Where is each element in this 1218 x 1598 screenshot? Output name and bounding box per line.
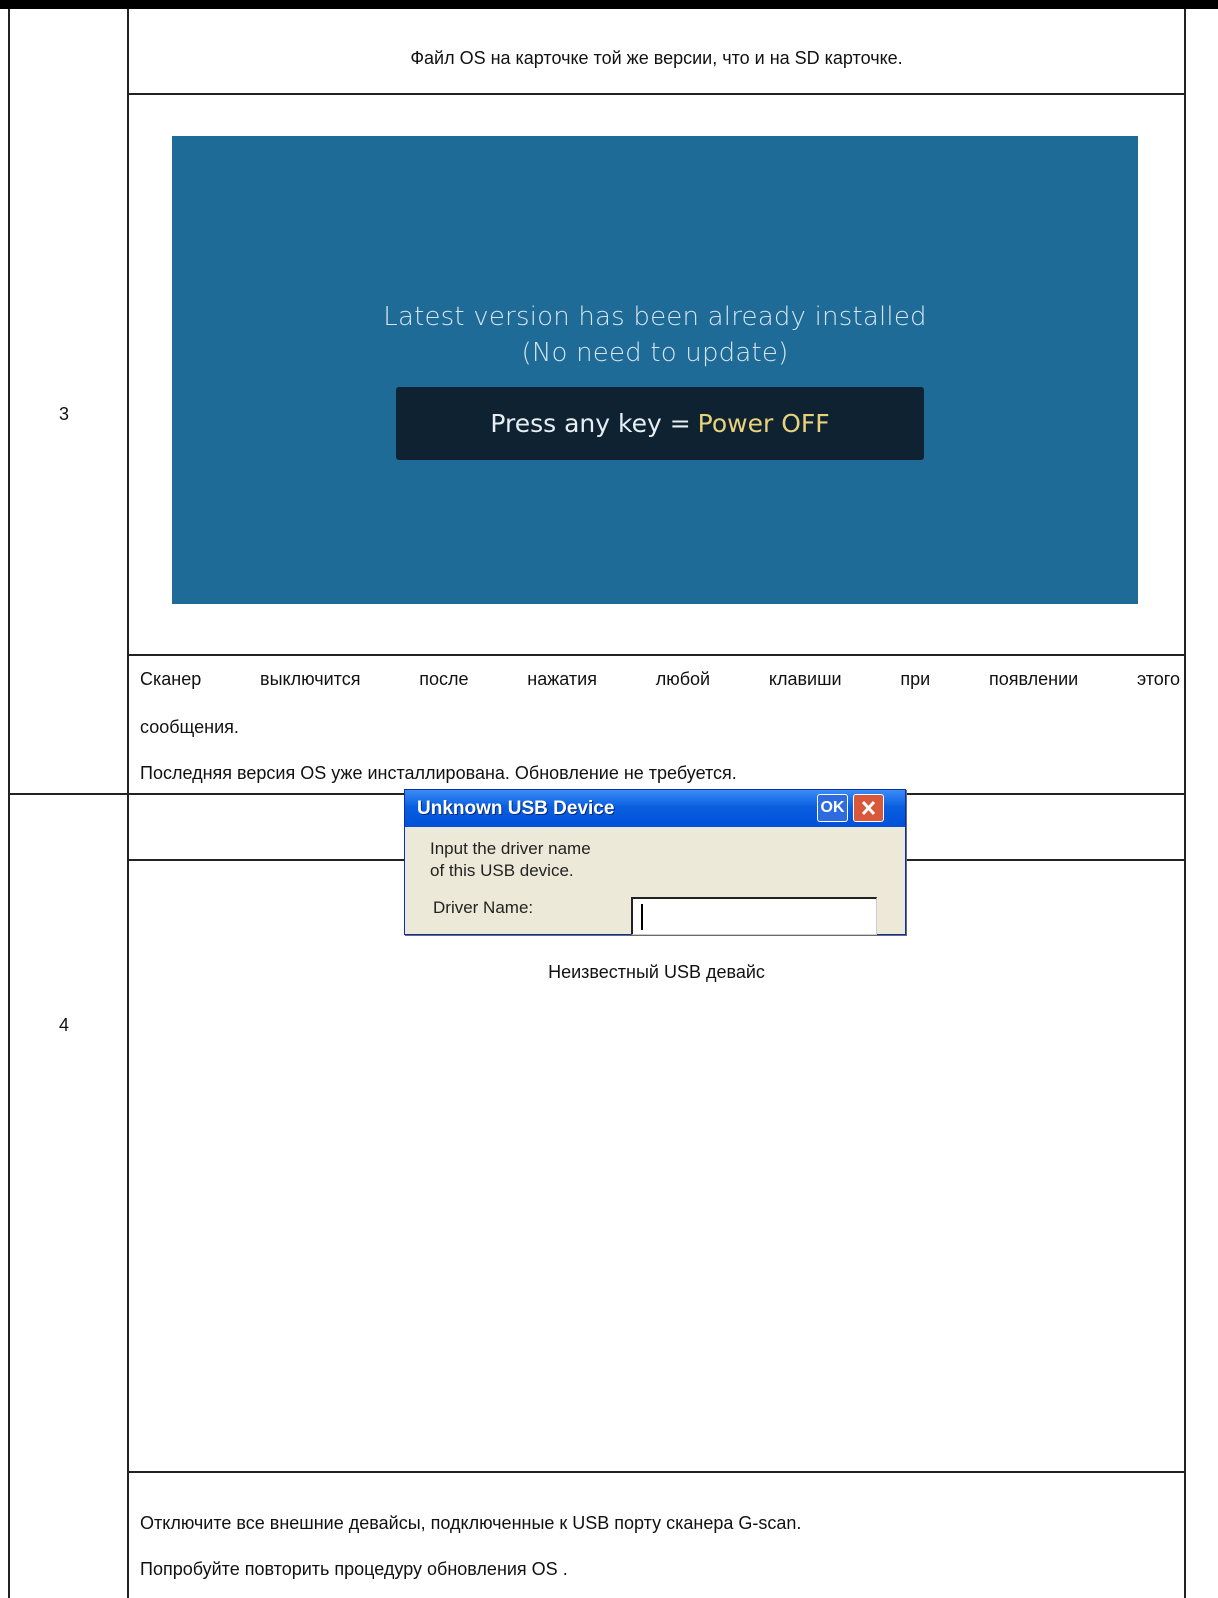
prompt-action: Power OFF — [697, 409, 830, 438]
word: после — [419, 669, 469, 689]
dialog-title: Unknown USB Device — [417, 798, 615, 819]
word: любой — [655, 669, 711, 689]
dialog-message-line2: of this USB device. — [430, 861, 574, 880]
driver-name-input[interactable] — [631, 897, 877, 935]
word: при — [900, 669, 931, 689]
table-right-border — [1184, 9, 1186, 1598]
row-divider — [127, 654, 1186, 656]
unknown-usb-dialog: Unknown USB Device OK Input the driver n… — [404, 789, 906, 935]
close-icon — [861, 800, 876, 816]
word: этого — [1136, 669, 1180, 689]
top-border — [0, 0, 1218, 9]
device-screen: Latest version has been already installe… — [172, 136, 1138, 604]
screen-message-line1: Latest version has been already installe… — [383, 302, 927, 332]
word: нажатия — [527, 669, 597, 689]
description-line2: Попробуйте повторить процедуру обновлени… — [140, 1559, 568, 1579]
table-left-border — [8, 9, 10, 1598]
description-line1: Сканер выключится после нажатия любой кл… — [140, 669, 1180, 690]
ok-button[interactable]: OK — [817, 794, 848, 822]
driver-name-label: Driver Name: — [433, 898, 534, 917]
row-divider — [127, 1471, 1186, 1473]
power-off-prompt: Press any key = Power OFF — [396, 387, 924, 460]
text-caret — [641, 904, 643, 930]
condition-text: Файл OS на карточке той же версии, что и… — [410, 48, 903, 68]
word: Сканер — [140, 669, 202, 689]
row-number: 4 — [58, 1015, 69, 1035]
dialog-titlebar: Unknown USB Device OK — [405, 790, 905, 827]
description-line2: сообщения. — [140, 717, 239, 737]
description-line1: Отключите все внешние девайсы, подключен… — [140, 1513, 802, 1533]
row-number: 3 — [58, 404, 69, 424]
description-line3: Последняя версия OS уже инсталлирована. … — [140, 763, 737, 783]
row-divider — [127, 93, 1186, 95]
word: выключится — [260, 669, 361, 689]
word: появлении — [988, 669, 1079, 689]
dialog-message-line1: Input the driver name — [430, 839, 591, 858]
screen-message-line2: (No need to update) — [521, 338, 789, 368]
prompt-prefix: Press any key = — [490, 409, 691, 438]
close-button[interactable] — [853, 794, 884, 822]
dialog-caption: Неизвестный USB девайс — [548, 962, 765, 982]
column-divider — [127, 9, 129, 1598]
word: клавиши — [768, 669, 842, 689]
